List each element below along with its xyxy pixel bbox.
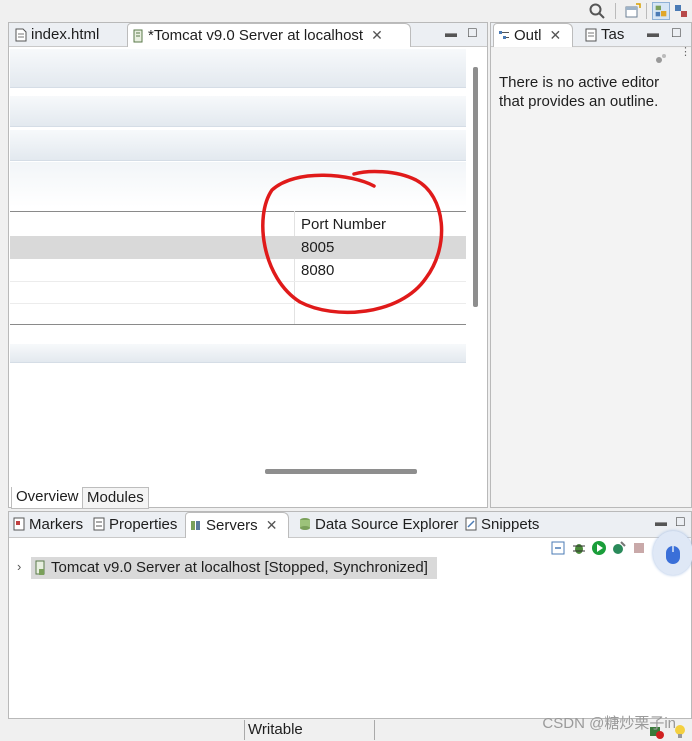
tab-outline[interactable]: Outl ✕: [493, 23, 573, 47]
tab-label: *Tomcat v9.0 Server at localhost: [148, 27, 364, 44]
port-value[interactable]: 8005: [301, 236, 334, 259]
close-icon[interactable]: ✕: [266, 513, 278, 538]
server-name: Tomcat v9.0 Server at localhost: [51, 559, 261, 576]
editor-tab-strip: index.html *Tomcat v9.0 Server at localh…: [9, 23, 487, 47]
outline-icon: [499, 31, 509, 39]
table-row: [10, 282, 466, 304]
main-toolbar: [0, 0, 692, 22]
expand-chevron-icon[interactable]: ›: [17, 559, 21, 574]
debug-perspective-icon[interactable]: [672, 2, 690, 20]
maximize-icon[interactable]: ☐: [671, 26, 682, 40]
status-separator: [244, 720, 245, 740]
watermark-text: CSDN @糖炒栗子in: [542, 715, 676, 732]
search-icon[interactable]: [588, 2, 606, 20]
minimize-icon[interactable]: ▬: [655, 515, 667, 529]
tab-label: Markers: [29, 516, 84, 533]
open-perspective-icon[interactable]: [624, 2, 642, 20]
writable-status: Writable: [248, 721, 303, 738]
table-row[interactable]: [10, 259, 466, 282]
tab-properties[interactable]: Properties: [89, 512, 187, 538]
properties-icon: [93, 517, 105, 531]
toolbar-separator: [615, 3, 616, 19]
tab-markers[interactable]: Markers: [9, 512, 89, 538]
minimize-icon[interactable]: ▬: [647, 26, 659, 40]
section-header: [10, 95, 466, 127]
tab-label: Tas: [601, 26, 625, 43]
server-row-text: Tomcat v9.0 Server at localhost [Stopped…: [51, 558, 428, 577]
outline-view: Outl ✕ Tas ▬ ☐ ⋮ There is no active edito…: [490, 22, 692, 508]
maximize-icon[interactable]: ☐: [675, 515, 686, 529]
section-header: [10, 48, 466, 88]
data-source-icon: [300, 518, 310, 530]
minimize-icon[interactable]: ▬: [445, 26, 457, 40]
toolbar-separator: [646, 3, 647, 19]
tab-tasks[interactable]: Tas: [581, 23, 637, 47]
outline-body: [491, 48, 691, 507]
maximize-icon[interactable]: ☐: [467, 26, 478, 40]
tab-servers[interactable]: Servers ✕: [185, 512, 289, 538]
stop-server-icon[interactable]: [633, 542, 645, 554]
section-header: [10, 161, 466, 207]
server-editor: index.html *Tomcat v9.0 Server at localh…: [8, 22, 488, 509]
horizontal-scrollbar[interactable]: [265, 469, 417, 474]
ports-table: [10, 211, 466, 327]
floating-assistant-button[interactable]: [653, 531, 692, 575]
tab-label: Properties: [109, 516, 178, 533]
status-separator: [374, 720, 375, 740]
collapse-all-icon[interactable]: [551, 541, 565, 555]
close-icon[interactable]: ✕: [550, 24, 562, 47]
tab-label: Outl: [514, 27, 542, 44]
tab-index-html[interactable]: index.html: [11, 23, 123, 47]
server-state: [Stopped, Synchronized]: [264, 559, 428, 576]
tab-data-source-explorer[interactable]: Data Source Explorer: [295, 512, 459, 538]
tab-overview[interactable]: Overview: [11, 487, 84, 509]
snippets-icon: [465, 517, 477, 531]
more-icon[interactable]: ⋮: [680, 47, 691, 58]
section-header: [10, 343, 466, 363]
servers-icon: [191, 521, 200, 530]
html-file-icon: [15, 28, 27, 42]
tab-modules[interactable]: Modules: [82, 487, 149, 509]
port-number-header[interactable]: Port Number: [301, 213, 386, 236]
server-icon: [133, 29, 143, 43]
server-row[interactable]: Tomcat v9.0 Server at localhost [Stopped…: [31, 557, 437, 579]
servers-panel: Markers Properties Servers ✕ Data Source …: [8, 511, 692, 719]
close-icon[interactable]: ✕: [371, 24, 383, 47]
tasks-icon: [585, 28, 597, 42]
tab-label: Snippets: [481, 516, 540, 533]
server-icon: [35, 560, 45, 575]
port-value[interactable]: 8080: [301, 259, 334, 282]
outline-tab-strip: Outl ✕ Tas ▬ ☐: [491, 23, 691, 47]
table-bottom-border: [10, 324, 466, 325]
tab-label: index.html: [31, 26, 100, 43]
mouse-icon: [666, 546, 680, 564]
table-top-border: [10, 211, 466, 212]
profile-server-icon[interactable]: [611, 540, 627, 556]
section-header: [10, 129, 466, 161]
tab-label: Servers: [206, 517, 258, 534]
tab-tomcat-server[interactable]: *Tomcat v9.0 Server at localhost ✕: [127, 23, 411, 47]
view-menu-icon[interactable]: [655, 51, 669, 65]
vertical-scrollbar[interactable]: [473, 67, 478, 307]
tab-snippets[interactable]: Snippets: [461, 512, 543, 538]
servers-tab-strip: Markers Properties Servers ✕ Data Source …: [9, 512, 691, 538]
tab-label: Data Source Explorer: [315, 516, 459, 533]
outline-message: There is no active editor that provides …: [499, 74, 660, 110]
debug-server-icon[interactable]: [571, 540, 587, 556]
java-ee-perspective-icon[interactable]: [652, 2, 670, 20]
start-server-icon[interactable]: [591, 540, 607, 556]
markers-icon: [13, 517, 25, 531]
table-row-selected[interactable]: [10, 236, 466, 259]
